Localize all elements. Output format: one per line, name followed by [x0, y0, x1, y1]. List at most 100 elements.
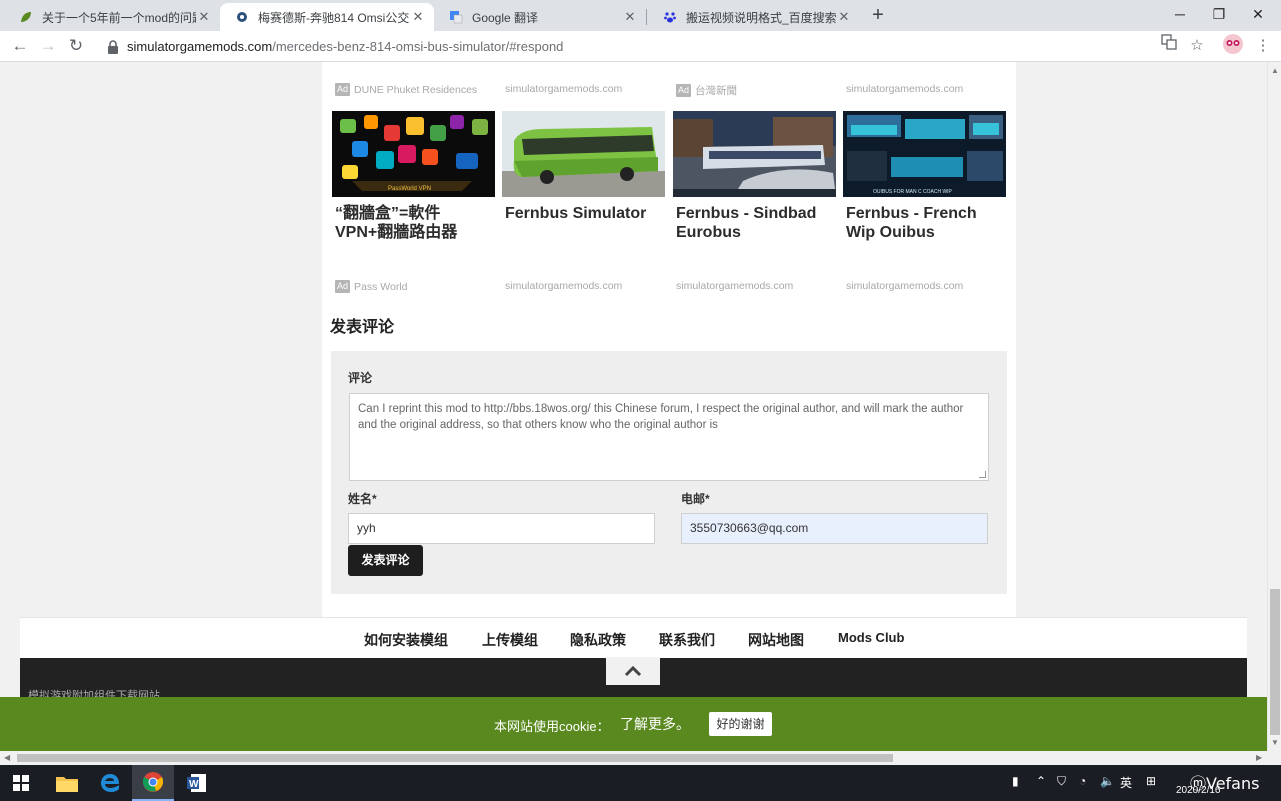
ad-label[interactable]: Ad DUNE Phuket Residences — [335, 83, 477, 96]
chevron-up-icon — [624, 665, 642, 677]
translate-icon[interactable] — [1157, 34, 1181, 58]
close-tab-icon[interactable]: ✕ — [836, 9, 852, 25]
ad-thumbnail-vpn-box[interactable]: PassWorld VPN — [332, 111, 495, 197]
ad-label[interactable]: simulatorgamemods.com — [676, 280, 793, 292]
tab-4[interactable]: 搬运视频说明格式_百度搜索 ✕ — [648, 3, 860, 31]
close-tab-icon[interactable]: ✕ — [622, 9, 638, 25]
footer-link-install[interactable]: 如何安装模组 — [364, 630, 448, 650]
close-tab-icon[interactable]: ✕ — [196, 9, 212, 25]
back-to-top-button[interactable] — [606, 657, 660, 685]
tab-separator — [646, 9, 647, 25]
cookie-bar: 本网站使用cookie： 了解更多。 好的谢谢 — [0, 697, 1267, 751]
ad-thumbnail-ouibus[interactable]: OUIBUS FOR MAN C COACH WIP — [843, 111, 1006, 197]
footer-link-sitemap[interactable]: 网站地图 — [748, 630, 804, 650]
ad-label[interactable]: Ad 台灣新聞 — [676, 83, 737, 98]
tab-title: Google 翻译 — [472, 10, 539, 25]
svg-text:OUIBUS FOR MAN C COACH WIP: OUIBUS FOR MAN C COACH WIP — [873, 189, 953, 195]
footer-link-mods-club[interactable]: Mods Club — [838, 630, 904, 645]
name-label: 姓名* — [348, 492, 377, 506]
bookmark-star-icon[interactable]: ☆ — [1185, 34, 1209, 58]
vertical-scroll-thumb[interactable] — [1270, 589, 1280, 735]
reload-icon[interactable]: ↻ — [64, 34, 88, 58]
email-field[interactable]: 3550730663@qq.com — [681, 513, 988, 544]
ad-thumbnail-fernbus[interactable] — [502, 111, 665, 197]
ad-badge: Ad — [676, 84, 692, 97]
menu-kebab-icon[interactable]: ⋮ — [1251, 34, 1275, 58]
chrome-icon[interactable] — [132, 765, 174, 801]
baidu-paw-icon — [662, 9, 678, 25]
footer-link-upload[interactable]: 上传模组 — [482, 630, 538, 650]
comment-form: 评论 Can I reprint this mod to http://bbs.… — [331, 351, 1007, 594]
ime-language-indicator[interactable]: 英 — [1120, 774, 1132, 791]
profile-avatar-icon[interactable] — [1221, 34, 1245, 58]
volume-icon[interactable]: 🔈 — [1100, 774, 1115, 788]
lock-icon — [108, 39, 118, 54]
file-explorer-icon[interactable] — [46, 765, 88, 801]
footer-link-contact[interactable]: 联系我们 — [659, 630, 715, 650]
ad-label-row: Ad DUNE Phuket Residences simulatorgamemo… — [332, 83, 1012, 103]
security-shield-icon[interactable]: ⛉ — [1057, 774, 1066, 789]
gear-favicon-icon — [234, 9, 250, 25]
cookie-text: 本网站使用cookie： — [494, 719, 610, 734]
tab-title: 关于一个5年前一个mod的问题 - — [42, 10, 196, 25]
watermark-logo: ⓜVefans — [1190, 774, 1260, 793]
battery-icon[interactable]: ▮ — [1012, 774, 1019, 788]
address-bar[interactable]: simulatorgamemods.com/mercedes-benz-814-… — [97, 34, 1185, 59]
vertical-scrollbar[interactable]: ▲ ▼ — [1267, 62, 1281, 751]
ad-card-title[interactable]: Fernbus Simulator — [505, 204, 665, 223]
browser-toolbar: ← → ↻ simulatorgamemods.com/mercedes-ben… — [0, 31, 1281, 62]
ad-label[interactable]: simulatorgamemods.com — [505, 280, 622, 292]
tab-title: 梅赛德斯-奔驰814 Omsi公交车模 — [258, 10, 410, 25]
word-icon[interactable]: W — [176, 765, 218, 801]
ad-label-row: Ad Pass World simulatorgamemods.com simul… — [332, 280, 1012, 300]
ad-thumbnail-sindbad[interactable] — [673, 111, 836, 197]
edge-browser-icon[interactable] — [89, 765, 131, 801]
ad-label[interactable]: Ad Pass World — [335, 280, 408, 293]
scroll-up-arrow-icon[interactable]: ▲ — [1271, 66, 1279, 75]
ad-badge: Ad — [335, 83, 351, 96]
ad-card-title[interactable]: Fernbus - French Wip Ouibus — [846, 204, 1006, 242]
cookie-accept-button[interactable]: 好的谢谢 — [709, 712, 772, 736]
ad-label[interactable]: simulatorgamemods.com — [846, 83, 963, 95]
ime-mode-icon[interactable]: ⊞ — [1146, 774, 1156, 788]
url-path: /mercedes-benz-814-omsi-bus-simulator/#r… — [272, 39, 564, 54]
tab-2-active[interactable]: 梅赛德斯-奔驰814 Omsi公交车模 ✕ — [220, 3, 434, 31]
ad-label[interactable]: simulatorgamemods.com — [846, 280, 963, 292]
footer-nav: 如何安装模组 上传模组 隐私政策 联系我们 网站地图 Mods Club — [20, 617, 1247, 658]
tab-3[interactable]: Google 翻译 ✕ — [434, 3, 646, 31]
footer-link-privacy[interactable]: 隐私政策 — [570, 630, 626, 650]
back-arrow-icon[interactable]: ← — [8, 34, 32, 58]
ad-card-title[interactable]: “翻牆盒”=軟件VPN+翻牆路由器 — [335, 204, 495, 242]
email-label: 电邮* — [681, 492, 710, 506]
close-window-icon[interactable]: ✕ — [1235, 0, 1281, 31]
page-viewport: Ad DUNE Phuket Residences simulatorgamemo… — [0, 62, 1267, 751]
scroll-down-arrow-icon[interactable]: ▼ — [1271, 738, 1279, 747]
forward-arrow-icon[interactable]: → — [36, 34, 60, 58]
horizontal-scrollbar[interactable]: ◀ ▶ — [0, 751, 1281, 765]
scroll-left-arrow-icon[interactable]: ◀ — [4, 753, 10, 762]
horizontal-scroll-thumb[interactable] — [17, 754, 893, 762]
cookie-learn-more-link[interactable]: 了解更多。 — [620, 714, 690, 734]
scroll-right-arrow-icon[interactable]: ▶ — [1256, 753, 1262, 762]
tab-strip: 关于一个5年前一个mod的问题 - ✕ 梅赛德斯-奔驰814 Omsi公交车模 … — [0, 0, 1281, 31]
windows-taskbar: W ▮ ⌃ ⛉ ◔ 🔈 英 ⊞ 2020/2/16 — [0, 765, 1281, 801]
main-content: Ad DUNE Phuket Residences simulatorgamemo… — [322, 62, 1016, 618]
name-field[interactable]: yyh — [348, 513, 655, 544]
svg-text:PassWorld VPN: PassWorld VPN — [388, 186, 431, 192]
tab-title: 搬运视频说明格式_百度搜索 — [686, 10, 836, 25]
ad-label[interactable]: simulatorgamemods.com — [505, 83, 622, 95]
close-tab-icon[interactable]: ✕ — [410, 9, 426, 25]
new-tab-button[interactable]: + — [866, 3, 890, 27]
windows-start-icon[interactable] — [0, 765, 42, 801]
resize-handle-icon[interactable] — [979, 471, 986, 478]
url-host: simulatorgamemods.com — [127, 39, 273, 54]
tray-chevron-up-icon[interactable]: ⌃ — [1036, 774, 1046, 788]
submit-comment-button[interactable]: 发表评论 — [348, 545, 423, 576]
leaf-favicon-icon — [18, 9, 34, 25]
tab-1[interactable]: 关于一个5年前一个mod的问题 - ✕ — [4, 3, 220, 31]
comment-textarea[interactable]: Can I reprint this mod to http://bbs.18w… — [349, 393, 989, 481]
svg-text:W: W — [189, 779, 199, 790]
comment-label: 评论 — [348, 371, 373, 385]
ad-card-title[interactable]: Fernbus - Sindbad Eurobus — [676, 204, 836, 242]
wifi-icon[interactable]: ◔ — [1079, 774, 1086, 788]
